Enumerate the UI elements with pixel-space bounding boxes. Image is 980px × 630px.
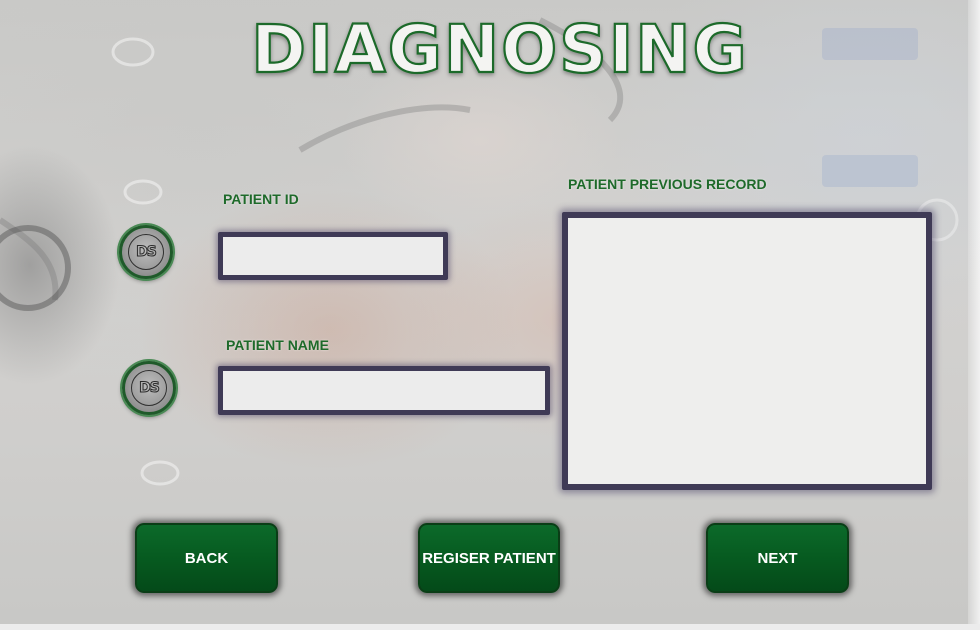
ds-logo-text: DS	[131, 370, 167, 406]
bottom-edge-strip	[0, 624, 980, 630]
back-button[interactable]: BACK	[135, 523, 278, 593]
right-edge-strip	[968, 0, 980, 624]
ds-logo-icon: DS	[119, 225, 173, 279]
previous-record-textarea[interactable]	[562, 212, 932, 490]
patient-name-label: PATIENT NAME	[226, 337, 329, 353]
page-title: DIAGNOSING	[250, 8, 750, 89]
next-button[interactable]: NEXT	[706, 523, 849, 593]
ds-logo-text: DS	[128, 234, 164, 270]
patient-name-input[interactable]	[218, 366, 550, 415]
ds-logo-icon: DS	[122, 361, 176, 415]
patient-id-label: PATIENT ID	[223, 191, 299, 207]
register-patient-button[interactable]: REGISER PATIENT	[418, 523, 560, 593]
previous-record-label: PATIENT PREVIOUS RECORD	[568, 176, 767, 192]
patient-id-input[interactable]	[218, 232, 448, 280]
page-title-text: DIAGNOSING	[251, 11, 748, 84]
